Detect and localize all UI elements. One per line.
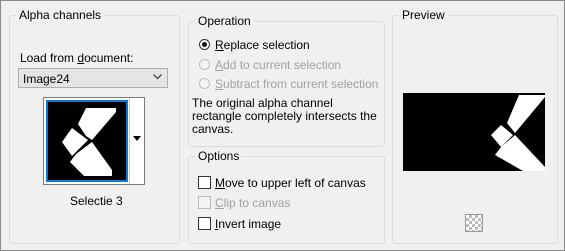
load-selection-dialog: Alpha channels Load from document: Image… xyxy=(0,0,565,251)
operation-message: The original alpha channel rectangle com… xyxy=(192,96,377,136)
alpha-channels-title: Alpha channels xyxy=(16,8,105,22)
document-select-value: Image24 xyxy=(23,72,70,86)
channel-thumbnail-picker[interactable] xyxy=(43,97,145,185)
add-to-selection-radio[interactable] xyxy=(199,59,210,70)
move-to-upper-left-checkbox[interactable] xyxy=(198,176,211,189)
operation-title: Operation xyxy=(195,14,254,28)
alpha-channel-shape-icon xyxy=(62,108,116,176)
load-from-document-label: Load from document: xyxy=(20,51,134,65)
invert-image-checkbox[interactable] xyxy=(198,217,211,230)
chevron-down-icon xyxy=(153,74,162,80)
radio-selected-dot xyxy=(202,42,207,47)
invert-image-label[interactable]: Invert image xyxy=(215,217,281,231)
clip-to-canvas-checkbox[interactable] xyxy=(198,196,211,209)
preview-title: Preview xyxy=(399,8,448,22)
transparency-checker-icon[interactable] xyxy=(465,214,483,232)
clip-to-canvas-label[interactable]: Clip to canvas xyxy=(215,196,290,210)
subtract-from-selection-radio[interactable] xyxy=(199,78,210,89)
replace-selection-radio[interactable] xyxy=(199,39,210,50)
thumbnail-caption: Selectie 3 xyxy=(70,194,123,208)
subtract-from-selection-label[interactable]: Subtract from current selection xyxy=(215,77,378,91)
preview-shape-icon xyxy=(491,95,545,171)
move-to-upper-left-label[interactable]: Move to upper left of canvas xyxy=(215,176,366,190)
channel-thumbnail xyxy=(46,100,128,182)
add-to-selection-label[interactable]: Add to current selection xyxy=(215,58,341,72)
dropdown-arrow-icon xyxy=(133,136,141,141)
document-select[interactable]: Image24 xyxy=(18,68,168,88)
preview-image xyxy=(403,93,545,171)
options-title: Options xyxy=(195,149,243,163)
thumbnail-dropdown-button[interactable] xyxy=(129,98,144,184)
replace-selection-label[interactable]: Replace selection xyxy=(215,38,310,52)
